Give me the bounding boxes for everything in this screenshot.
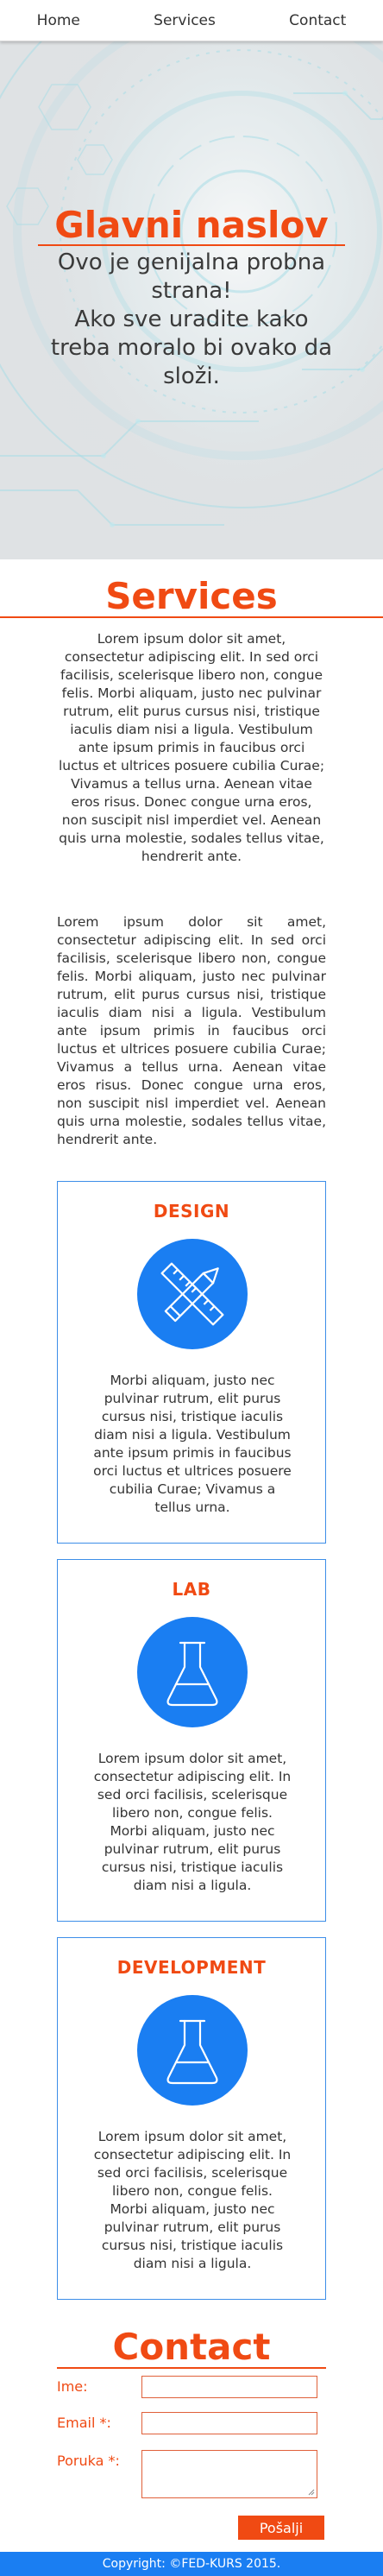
top-navbar: Home Services Contact: [0, 0, 383, 41]
hero-subtitle-line: strana!: [151, 278, 232, 304]
submit-button[interactable]: Pošalji: [238, 2516, 324, 2540]
flask-icon: [137, 1617, 248, 1727]
name-label: Ime:: [57, 2378, 88, 2395]
message-label: Poruka *:: [57, 2453, 120, 2469]
hero-subtitle-line: Ako sve uradite kako: [74, 306, 309, 332]
hero-subtitle-line: složi.: [163, 363, 220, 389]
resize-grip-icon[interactable]: [308, 2489, 315, 2496]
card-title: DESIGN: [153, 1201, 230, 1222]
hero-subtitle: Ovo je genijalna probna strana! Ako sve …: [31, 249, 352, 391]
name-field[interactable]: [141, 2376, 317, 2398]
service-card-lab: LAB Lorem ipsum dolor sit amet, consecte…: [57, 1559, 326, 1922]
email-label: Email *:: [57, 2415, 111, 2431]
card-title: DEVELOPMENT: [116, 1957, 267, 1978]
email-field[interactable]: [141, 2412, 317, 2434]
card-description: Lorem ipsum dolor sit amet, consectetur …: [93, 2129, 292, 2271]
flask-icon: [137, 1995, 248, 2106]
service-card-design: DESIGN Morbi aliquam, justo nec pulvinar…: [57, 1181, 326, 1544]
card-description: Lorem ipsum dolor sit amet, consectetur …: [93, 1751, 292, 1893]
hero-subtitle-line: Ovo je genijalna probna: [57, 249, 326, 275]
footer-copyright: Copyright: ©FED-KURS 2015.: [0, 2552, 383, 2576]
message-textarea[interactable]: [141, 2450, 317, 2498]
services-divider: [0, 616, 383, 618]
service-card-development: DEVELOPMENT Lorem ipsum dolor sit amet, …: [57, 1937, 326, 2300]
nav-link-home[interactable]: Home: [37, 12, 80, 29]
card-description: Morbi aliquam, justo nec pulvinar rutrum…: [93, 1373, 292, 1515]
services-intro-paragraph: Lorem ipsum dolor sit amet, consectetur …: [58, 631, 325, 864]
services-title: Services: [105, 575, 278, 617]
hero-section: Glavni naslov Ovo je genijalna probna st…: [0, 41, 383, 559]
hero-divider: [38, 244, 345, 246]
card-title: LAB: [172, 1579, 211, 1600]
contact-divider: [57, 2367, 326, 2369]
services-body-paragraph: Lorem ipsum dolor sit amet, consectetur …: [57, 914, 326, 1147]
nav-link-services[interactable]: Services: [154, 12, 216, 29]
pencil-ruler-icon: [137, 1239, 248, 1349]
contact-title: Contact: [112, 2326, 271, 2368]
hero-subtitle-line: treba moralo bi ovako da: [50, 335, 333, 361]
nav-link-contact[interactable]: Contact: [289, 12, 346, 29]
hero-title: Glavni naslov: [54, 204, 329, 246]
